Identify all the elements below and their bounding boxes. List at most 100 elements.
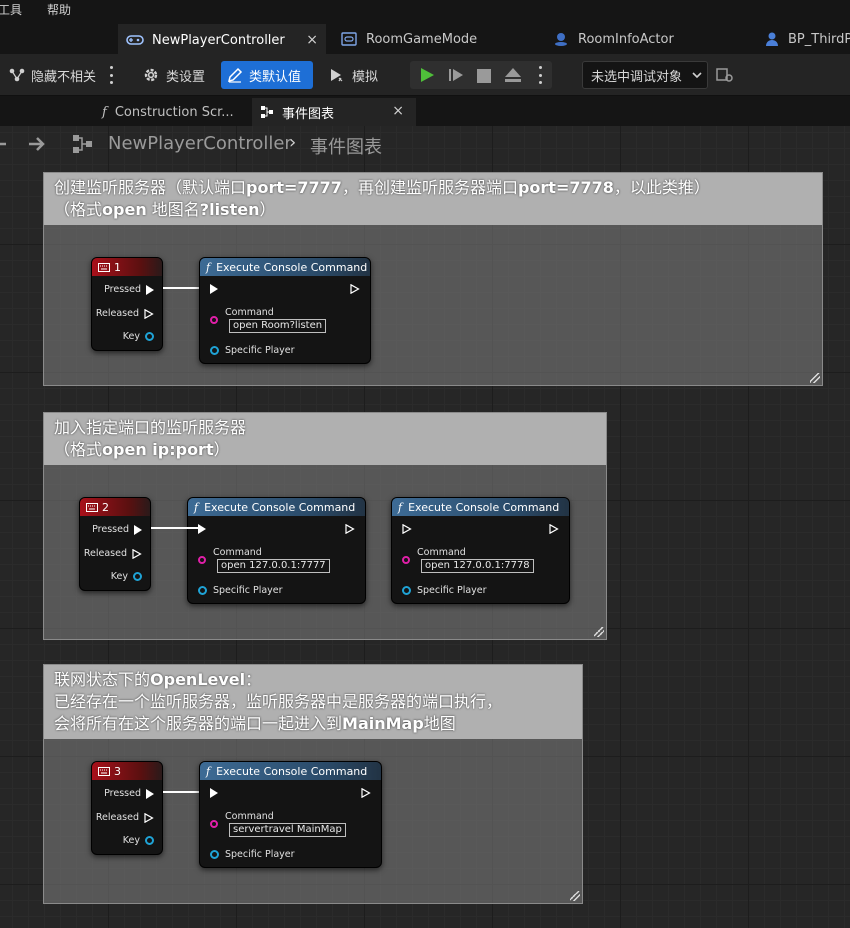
- comment-text: 地图: [423, 714, 456, 733]
- close-icon[interactable]: ×: [392, 103, 404, 119]
- stop-icon[interactable]: [477, 68, 491, 87]
- class-settings-button[interactable]: 类设置: [136, 61, 211, 89]
- hide-unrelated-label: 隐藏不相关: [31, 69, 97, 85]
- key-pin[interactable]: Key: [111, 571, 142, 582]
- gamepad-icon: [126, 33, 144, 47]
- tab-construction-script[interactable]: f Construction Scr...: [94, 98, 246, 126]
- step-icon[interactable]: [448, 67, 464, 87]
- struct-pin-icon[interactable]: [145, 332, 154, 341]
- close-icon[interactable]: ×: [306, 32, 318, 48]
- debug-find-icon[interactable]: [716, 67, 734, 87]
- class-defaults-button[interactable]: 类默认值: [221, 61, 313, 89]
- node-title: Execute Console Command: [408, 500, 560, 514]
- play-options-icon[interactable]: [538, 66, 542, 84]
- breadcrumb-root[interactable]: NewPlayerController: [108, 133, 292, 154]
- resize-handle-icon[interactable]: [810, 373, 820, 383]
- struct-pin-icon[interactable]: [133, 572, 142, 581]
- node-title: 3: [114, 764, 121, 778]
- comment-text: 加入指定端口的监听服务器: [54, 418, 247, 437]
- string-pin-icon[interactable]: [210, 820, 218, 828]
- command-input[interactable]: open Room?listen: [229, 319, 327, 333]
- command-input[interactable]: open 127.0.0.1:7778: [421, 559, 534, 573]
- simulate-button[interactable]: 模拟: [322, 61, 384, 89]
- exec-out-pin-icon[interactable]: [549, 524, 559, 534]
- string-pin-icon[interactable]: [402, 556, 410, 564]
- event-graph-canvas[interactable]: NewPlayerController › 事件图表 创建监听服务器（默认端口p…: [0, 126, 850, 928]
- key-pin[interactable]: Key: [123, 331, 154, 342]
- tab-roominfoactor[interactable]: RoomInfoActor: [544, 24, 744, 54]
- pin-label: Key: [122, 835, 140, 846]
- key-event-node-1[interactable]: 1 Pressed Released Key: [91, 257, 163, 351]
- key-event-node-2[interactable]: 2 Pressed Released Key: [79, 497, 151, 591]
- exec-in-pin-icon[interactable]: [210, 788, 218, 798]
- menu-tools[interactable]: 工具: [0, 1, 22, 18]
- pin-label: Released: [95, 812, 139, 823]
- released-pin[interactable]: Released: [84, 548, 142, 559]
- pin-label: Released: [83, 548, 127, 559]
- released-pin[interactable]: Released: [96, 812, 154, 823]
- hide-unrelated-button[interactable]: 隐藏不相关: [2, 61, 102, 89]
- toolbar: 隐藏不相关 类设置 类默认值 模拟 未选中调试对象: [0, 54, 850, 96]
- released-pin[interactable]: Released: [96, 308, 154, 319]
- exec-in-pin-icon[interactable]: [402, 524, 412, 534]
- object-pin-icon[interactable]: [210, 850, 219, 859]
- forward-arrow-icon[interactable]: [28, 136, 46, 152]
- debug-target-select[interactable]: 未选中调试对象: [582, 61, 708, 89]
- comment-text: （格式: [54, 200, 103, 219]
- back-arrow-icon[interactable]: [0, 136, 8, 152]
- tab-event-graph[interactable]: 事件图表 ×: [252, 98, 416, 126]
- resize-handle-icon[interactable]: [594, 627, 604, 637]
- execute-console-command-node[interactable]: f Execute Console Command Command open 1…: [391, 497, 570, 604]
- pressed-pin[interactable]: Pressed: [92, 524, 142, 535]
- pin-label: Pressed: [104, 284, 141, 295]
- execute-console-command-node[interactable]: f Execute Console Command Command open 1…: [187, 497, 366, 604]
- more-options-icon[interactable]: [109, 66, 113, 84]
- node-header: 3: [92, 762, 162, 780]
- node-title: Execute Console Command: [216, 260, 368, 274]
- comment-header[interactable]: 创建监听服务器（默认端口port=7777，再创建监听服务器端口port=777…: [44, 173, 822, 225]
- object-pin-icon[interactable]: [198, 586, 207, 595]
- string-pin-icon[interactable]: [198, 556, 206, 564]
- play-icon[interactable]: [419, 67, 435, 87]
- execute-console-command-node[interactable]: f Execute Console Command Command open R…: [199, 257, 371, 364]
- exec-in-pin-icon[interactable]: [198, 524, 206, 534]
- object-pin-icon[interactable]: [210, 346, 219, 355]
- comment-header[interactable]: 加入指定端口的监听服务器 （格式open ip:port）: [44, 413, 606, 465]
- comment-text-bold: port=7777: [246, 178, 342, 197]
- command-label: Command: [225, 307, 274, 318]
- string-pin-icon[interactable]: [210, 316, 218, 324]
- menu-help[interactable]: 帮助: [47, 1, 71, 18]
- struct-pin-icon[interactable]: [145, 836, 154, 845]
- exec-pin-icon[interactable]: [146, 788, 154, 799]
- key-event-node-3[interactable]: 3 Pressed Released Key: [91, 761, 163, 855]
- object-pin-icon[interactable]: [402, 586, 411, 595]
- exec-out-pin-icon[interactable]: [345, 524, 355, 534]
- exec-pin-icon[interactable]: [146, 284, 154, 295]
- eject-icon[interactable]: [504, 67, 522, 87]
- pressed-pin[interactable]: Pressed: [104, 788, 154, 799]
- execute-console-command-node[interactable]: f Execute Console Command Command server…: [199, 761, 382, 868]
- exec-pin-icon[interactable]: [144, 308, 154, 319]
- exec-pin-icon[interactable]: [144, 812, 154, 823]
- tab-newplayercontroller[interactable]: NewPlayerController ×: [118, 24, 326, 54]
- menu-bar: 工具 帮助: [0, 0, 850, 20]
- resize-handle-icon[interactable]: [570, 891, 580, 901]
- exec-out-pin-icon[interactable]: [361, 788, 371, 798]
- specific-player-label: Specific Player: [225, 345, 295, 356]
- tab-roomgamemode[interactable]: RoomGameMode: [332, 24, 532, 54]
- exec-out-pin-icon[interactable]: [350, 284, 360, 294]
- comment-header[interactable]: 联网状态下的OpenLevel： 已经存在一个监听服务器，监听服务器中是服务器的…: [44, 665, 582, 739]
- exec-in-pin-icon[interactable]: [210, 284, 218, 294]
- graph-icon: [72, 134, 94, 154]
- document-tabs: NewPlayerController × RoomGameMode RoomI…: [0, 20, 850, 54]
- pressed-pin[interactable]: Pressed: [104, 284, 154, 295]
- node-header: f Execute Console Command: [200, 258, 370, 276]
- key-pin[interactable]: Key: [123, 835, 154, 846]
- exec-pin-icon[interactable]: [134, 524, 142, 535]
- tab-bp-thirdperson[interactable]: BP_ThirdPe: [756, 24, 850, 54]
- command-input[interactable]: open 127.0.0.1:7777: [217, 559, 330, 573]
- comment-text-bold: ?listen: [199, 200, 260, 219]
- command-input[interactable]: servertravel MainMap: [229, 823, 346, 837]
- exec-pin-icon[interactable]: [132, 548, 142, 559]
- comment-text-bold: open ip:port: [102, 440, 214, 459]
